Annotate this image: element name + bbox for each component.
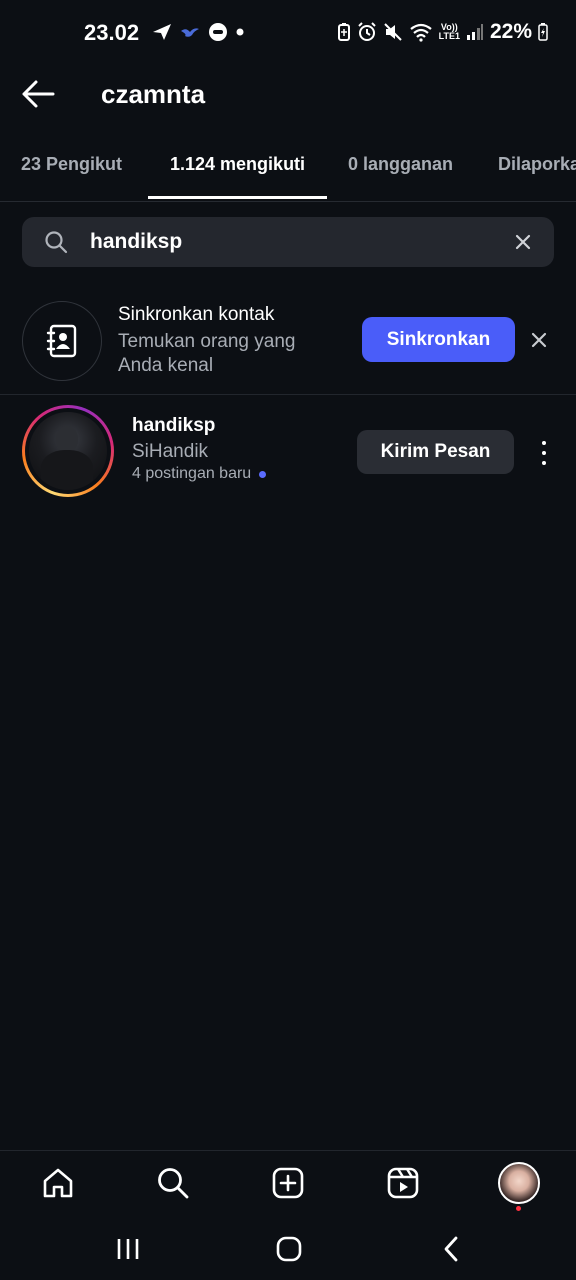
recent-apps-icon: [117, 1239, 139, 1259]
signal-icon: [466, 24, 483, 40]
nav-profile-avatar[interactable]: [498, 1162, 540, 1204]
home-button-icon: [276, 1236, 302, 1262]
system-navigation: [0, 1220, 576, 1280]
new-posts-dot: [259, 470, 267, 478]
sync-contacts-card: Sinkronkan kontak Temukan orang yang And…: [0, 287, 576, 395]
tab-reported[interactable]: Dilaporkan: [498, 154, 576, 175]
alarm-icon: [357, 22, 376, 41]
photo-head: [56, 426, 78, 452]
send-notification-icon: [153, 24, 171, 40]
sync-button[interactable]: Sinkronkan: [362, 317, 515, 362]
sync-contacts-avatar: [22, 301, 102, 381]
tab-following[interactable]: 1.124 mengikuti: [170, 154, 305, 175]
bottom-navigation: [0, 1150, 576, 1220]
active-tab-indicator: [148, 196, 327, 199]
network-type-label: Vo)) LTE1: [438, 22, 460, 41]
search-icon: [45, 231, 68, 254]
avatar-inner: [25, 408, 111, 494]
battery-percent: 22%: [489, 20, 532, 43]
nav-home[interactable]: [40, 1165, 76, 1201]
screen: 23.02 Vo)) LTE1 22% czamnta 23 Pengikut …: [0, 0, 576, 1280]
create-icon: [272, 1167, 304, 1199]
avatar-photo: [29, 412, 107, 490]
back-icon: [444, 1236, 458, 1262]
search-bar: [22, 217, 554, 267]
chat-notification-icon: [209, 23, 227, 41]
search-icon: [158, 1168, 189, 1199]
photo-body: [41, 450, 93, 490]
dot-icon: [236, 28, 244, 36]
contact-book-icon: [46, 324, 77, 358]
close-icon[interactable]: [530, 331, 548, 349]
battery-saver-icon: [337, 23, 350, 41]
more-vertical-icon[interactable]: [534, 438, 554, 468]
status-bar: 23.02 Vo)) LTE1 22%: [0, 0, 576, 70]
system-back-button[interactable]: [434, 1234, 468, 1264]
tab-followers[interactable]: 23 Pengikut: [21, 154, 122, 175]
new-posts-label: 4 postingan baru: [132, 465, 252, 482]
search-input[interactable]: [90, 228, 490, 256]
header: czamnta: [0, 70, 576, 122]
nav-reels[interactable]: [385, 1165, 421, 1201]
more-dot: [542, 461, 546, 465]
sync-contacts-title: Sinkronkan kontak: [118, 304, 275, 325]
home-icon: [43, 1168, 73, 1198]
avatar[interactable]: [22, 405, 114, 497]
bird-notification-icon: [181, 28, 199, 37]
back-button[interactable]: [20, 78, 60, 114]
battery-charging-icon: [538, 23, 548, 41]
more-dot: [542, 451, 546, 455]
nav-search[interactable]: [155, 1165, 191, 1201]
home-button[interactable]: [272, 1234, 306, 1264]
full-name: SiHandik: [132, 441, 209, 462]
list-item[interactable]: handiksp SiHandik 4 postingan baru Kirim…: [0, 400, 576, 504]
sync-contacts-subtitle: Temukan orang yang Anda kenal: [118, 331, 296, 376]
page-title: czamnta: [101, 79, 206, 109]
wifi-icon: [409, 23, 432, 42]
notification-dot: [516, 1206, 521, 1211]
status-system-icons: Vo)) LTE1 22%: [337, 20, 548, 44]
arrow-left-icon: [22, 80, 55, 108]
send-message-button[interactable]: Kirim Pesan: [357, 430, 514, 474]
nav-create[interactable]: [270, 1165, 306, 1201]
status-notification-icons: [152, 22, 244, 42]
close-icon[interactable]: [514, 233, 532, 251]
mute-icon: [383, 23, 402, 41]
username[interactable]: handiksp: [132, 415, 215, 437]
new-posts-note: 4 postingan baru: [132, 465, 267, 483]
more-dot: [542, 441, 546, 445]
follow-tabs: 23 Pengikut 1.124 mengikuti 0 langganan …: [0, 140, 576, 202]
recent-apps-button[interactable]: [111, 1234, 145, 1264]
reels-icon: [387, 1167, 419, 1199]
status-time: 23.02: [84, 20, 140, 45]
tab-subscriptions[interactable]: 0 langganan: [348, 154, 453, 175]
